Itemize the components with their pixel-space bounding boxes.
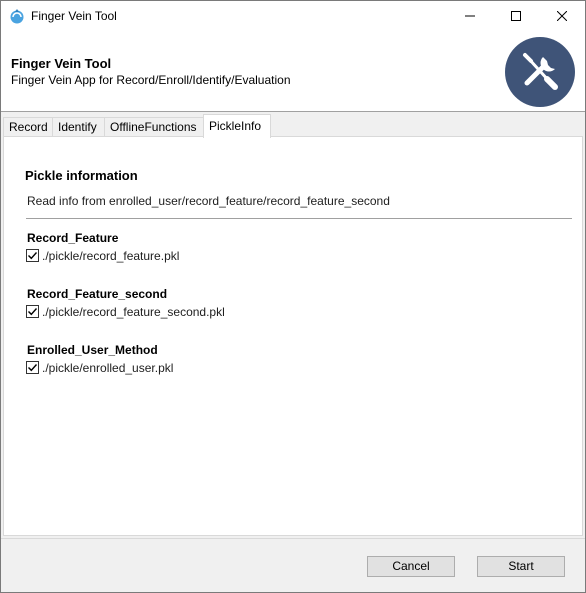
record-feature-checkbox[interactable] xyxy=(26,249,39,262)
footer-divider xyxy=(1,538,585,539)
tab-record[interactable]: Record xyxy=(3,117,53,137)
maximize-icon xyxy=(511,11,521,21)
record-feature-checkbox-row[interactable]: ./pickle/record_feature.pkl xyxy=(26,248,179,263)
minimize-button[interactable] xyxy=(447,1,493,31)
divider xyxy=(26,218,572,219)
checkmark-icon xyxy=(28,308,38,316)
header-title: Finger Vein Tool xyxy=(11,56,112,71)
record-feature-label: Record_Feature xyxy=(27,231,119,245)
enrolled-user-checkbox[interactable] xyxy=(26,361,39,374)
enrolled-user-method-label: Enrolled_User_Method xyxy=(27,343,158,357)
record-feature-second-checkbox-row[interactable]: ./pickle/record_feature_second.pkl xyxy=(26,304,225,319)
tab-identify[interactable]: Identify xyxy=(52,117,105,137)
maximize-button[interactable] xyxy=(493,1,539,31)
close-button[interactable] xyxy=(539,1,585,31)
checkmark-icon xyxy=(28,364,38,372)
section-title: Pickle information xyxy=(25,168,138,183)
minimize-icon xyxy=(465,15,475,17)
record-feature-second-checkbox[interactable] xyxy=(26,305,39,318)
tab-offline-functions[interactable]: OfflineFunctions xyxy=(104,117,204,137)
title-bar: Finger Vein Tool xyxy=(1,1,585,31)
section-description: Read info from enrolled_user/record_feat… xyxy=(27,194,390,208)
record-feature-path: ./pickle/record_feature.pkl xyxy=(42,248,180,263)
tab-bar: Record Identify OfflineFunctions PickleI… xyxy=(1,112,585,138)
enrolled-user-checkbox-row[interactable]: ./pickle/enrolled_user.pkl xyxy=(26,360,173,375)
checkmark-icon xyxy=(28,252,38,260)
app-window: Finger Vein Tool Finger Vein Tool Finger… xyxy=(0,0,586,593)
cancel-button[interactable]: Cancel xyxy=(367,556,455,577)
enrolled-user-path: ./pickle/enrolled_user.pkl xyxy=(42,360,174,375)
record-feature-second-label: Record_Feature_second xyxy=(27,287,168,301)
pickle-info-panel: Pickle information Read info from enroll… xyxy=(3,136,583,536)
record-feature-second-path: ./pickle/record_feature_second.pkl xyxy=(42,304,225,319)
tab-pickle-info[interactable]: PickleInfo xyxy=(203,114,271,138)
app-logo-icon xyxy=(10,9,24,24)
window-title: Finger Vein Tool xyxy=(31,9,117,23)
start-button[interactable]: Start xyxy=(477,556,565,577)
tools-icon xyxy=(505,37,575,107)
header-banner: Finger Vein Tool Finger Vein App for Rec… xyxy=(1,31,585,112)
close-icon xyxy=(557,11,567,21)
header-subtitle: Finger Vein App for Record/Enroll/Identi… xyxy=(11,73,291,87)
